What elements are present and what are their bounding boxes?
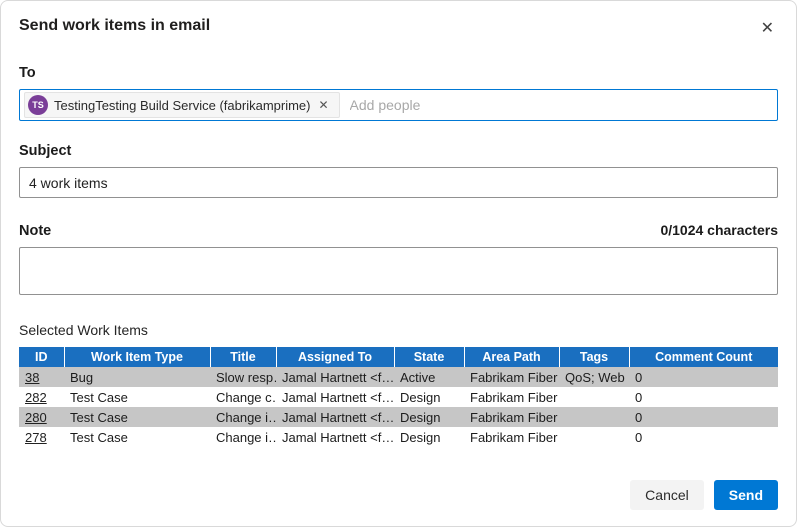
send-button[interactable]: Send <box>713 480 778 510</box>
work-item-type-cell: Test Case <box>70 389 128 405</box>
work-item-row: 282 Test Case Change c… Jamal Hartnett <… <box>19 387 778 407</box>
close-icon[interactable]: ✕ <box>757 17 778 41</box>
work-item-row: 38 Bug Slow resp… Jamal Hartnett <f… Act… <box>19 367 778 387</box>
add-people-input[interactable] <box>347 96 773 114</box>
work-item-title-cell: Change c… <box>216 389 276 405</box>
work-item-comments-cell: 0 <box>629 407 778 427</box>
avatar: TS <box>28 95 48 115</box>
recipient-chip[interactable]: TS TestingTesting Build Service (fabrika… <box>24 92 340 118</box>
work-item-type-cell: Test Case <box>70 429 128 445</box>
to-label: To <box>19 65 36 81</box>
note-input[interactable] <box>19 247 778 295</box>
dialog-footer: Cancel Send <box>630 480 778 510</box>
subject-input[interactable] <box>19 167 778 198</box>
remove-recipient-icon[interactable]: ✕ <box>316 98 330 112</box>
work-item-title-cell: Change i… <box>216 429 276 445</box>
work-item-area-cell: Fabrikam Fiber <box>470 429 558 445</box>
work-item-area-cell: Fabrikam Fiber <box>464 367 559 387</box>
work-item-id-link[interactable]: 280 <box>25 410 47 425</box>
work-item-tags-cell <box>559 407 629 427</box>
work-item-assigned-cell: Jamal Hartnett <f… <box>282 389 394 405</box>
table-header-row: ID Work Item Type Title Assigned To Stat… <box>19 347 778 367</box>
work-item-id-link[interactable]: 282 <box>25 390 47 405</box>
work-item-area-cell: Fabrikam Fiber <box>464 407 559 427</box>
work-item-state-cell: Design <box>400 389 441 405</box>
note-label: Note <box>19 223 52 239</box>
work-item-id-cell: 282 <box>19 387 64 407</box>
cancel-button[interactable]: Cancel <box>630 480 704 510</box>
work-item-tags-cell <box>559 427 629 447</box>
work-item-id-link[interactable]: 278 <box>25 430 47 445</box>
work-item-assigned-cell: Jamal Hartnett <f… <box>276 407 394 427</box>
send-work-items-dialog: Send work items in email ✕ To TS Testing… <box>0 0 797 527</box>
dialog-header: Send work items in email ✕ <box>19 17 778 41</box>
selected-work-items-label: Selected Work Items <box>19 322 148 338</box>
column-header-tags: Tags <box>559 347 630 367</box>
work-item-id-cell: 38 <box>19 367 64 387</box>
column-header-state: State <box>394 347 465 367</box>
column-header-work-item-type: Work Item Type <box>64 347 211 367</box>
work-item-row: 280 Test Case Change i… Jamal Hartnett <… <box>19 407 778 427</box>
work-item-id-cell: 280 <box>19 407 64 427</box>
to-field[interactable]: TS TestingTesting Build Service (fabrika… <box>19 89 778 121</box>
work-item-id-link[interactable]: 38 <box>25 370 39 385</box>
work-item-type-cell: Test Case <box>64 407 210 427</box>
column-header-title: Title <box>210 347 277 367</box>
work-item-state-cell: Design <box>394 407 464 427</box>
work-item-title-cell: Slow resp… <box>210 367 276 387</box>
work-item-comments-cell: 0 <box>635 429 643 445</box>
subject-label: Subject <box>19 143 72 159</box>
note-header: Note 0/1024 characters <box>19 222 778 239</box>
work-item-assigned-cell: Jamal Hartnett <f… <box>282 429 394 445</box>
work-item-id-cell: 278 <box>19 427 64 447</box>
work-items-table: ID Work Item Type Title Assigned To Stat… <box>19 347 778 447</box>
work-item-tags-cell: QoS; Web <box>559 367 629 387</box>
work-item-tags-cell <box>559 387 629 407</box>
note-character-counter: 0/1024 characters <box>660 222 778 238</box>
column-header-area-path: Area Path <box>464 347 560 367</box>
work-item-state-cell: Active <box>394 367 464 387</box>
work-item-row: 278 Test Case Change i… Jamal Hartnett <… <box>19 427 778 447</box>
recipient-chip-label: TestingTesting Build Service (fabrikampr… <box>54 97 311 113</box>
column-header-assigned-to: Assigned To <box>276 347 395 367</box>
column-header-id: ID <box>19 347 65 367</box>
work-item-comments-cell: 0 <box>629 367 778 387</box>
work-item-area-cell: Fabrikam Fiber <box>470 389 558 405</box>
work-item-comments-cell: 0 <box>635 389 643 405</box>
dialog-title: Send work items in email <box>19 17 211 34</box>
work-item-title-cell: Change i… <box>210 407 276 427</box>
work-item-assigned-cell: Jamal Hartnett <f… <box>276 367 394 387</box>
column-header-comment-count: Comment Count <box>629 347 778 367</box>
work-item-type-cell: Bug <box>64 367 210 387</box>
work-item-state-cell: Design <box>400 429 441 445</box>
